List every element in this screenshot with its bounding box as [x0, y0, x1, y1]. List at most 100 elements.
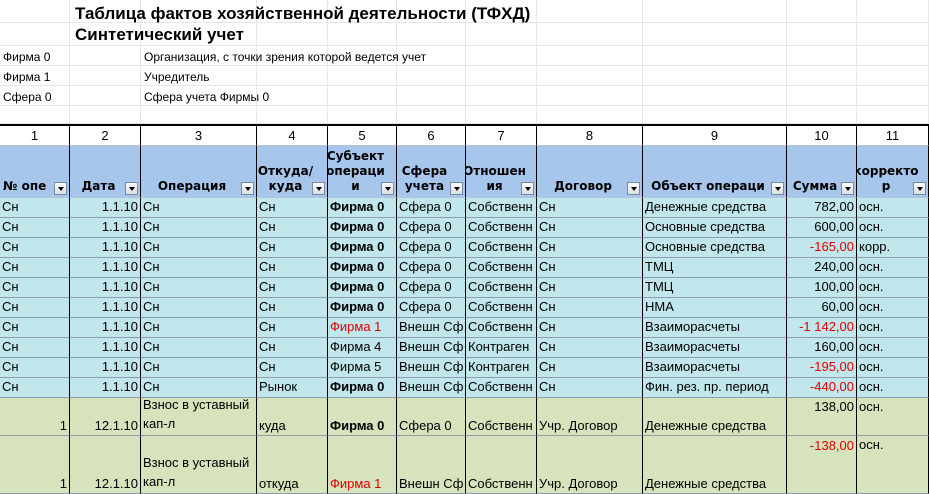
table-cell[interactable]: 1.1.10	[70, 298, 141, 318]
table-cell[interactable]: Сн	[0, 278, 70, 298]
table-cell[interactable]: 160,00	[787, 338, 857, 358]
empty-cell[interactable]	[466, 66, 537, 86]
table-cell[interactable]: Сн	[0, 378, 70, 398]
table-cell[interactable]: Контраген	[466, 338, 537, 358]
empty-cell[interactable]	[328, 66, 397, 86]
table-cell[interactable]: -1 142,00	[787, 318, 857, 338]
table-cell[interactable]: 12.1.10	[70, 436, 141, 494]
table-cell[interactable]: Сфера 0	[397, 218, 466, 238]
table-cell[interactable]: 1.1.10	[70, 358, 141, 378]
table-cell[interactable]: Сн	[0, 218, 70, 238]
filter-dropdown-icon[interactable]	[913, 182, 926, 195]
column-header[interactable]: корректо р	[857, 146, 929, 198]
table-cell[interactable]: осн.	[857, 218, 929, 238]
table-cell[interactable]: Сн	[257, 258, 328, 278]
table-cell[interactable]: осн.	[857, 298, 929, 318]
table-cell[interactable]: Фирма 0	[328, 298, 397, 318]
table-cell[interactable]: Сфера 0	[397, 298, 466, 318]
table-cell[interactable]: Сн	[537, 358, 643, 378]
table-cell[interactable]: Внешн Сф	[397, 338, 466, 358]
table-cell[interactable]: Сн	[537, 298, 643, 318]
empty-cell[interactable]	[537, 66, 643, 86]
table-cell[interactable]: Сн	[0, 318, 70, 338]
table-cell[interactable]: Сн	[141, 278, 257, 298]
table-cell[interactable]: Фирма 0	[328, 398, 397, 436]
empty-cell[interactable]	[787, 23, 857, 46]
table-cell[interactable]: 12.1.10	[70, 398, 141, 436]
empty-cell[interactable]	[397, 86, 466, 106]
table-cell[interactable]: Сн	[0, 238, 70, 258]
empty-cell[interactable]	[537, 106, 643, 124]
table-cell[interactable]: Взаиморасчеты	[643, 338, 787, 358]
table-cell[interactable]: Фирма 0	[328, 238, 397, 258]
column-header[interactable]: Сфера учета	[397, 146, 466, 198]
table-cell[interactable]: Сн	[537, 218, 643, 238]
empty-cell[interactable]	[257, 106, 328, 124]
table-cell[interactable]: Фирма 1	[328, 318, 397, 338]
table-cell[interactable]: 782,00	[787, 198, 857, 218]
empty-cell[interactable]	[0, 23, 70, 46]
table-cell[interactable]: -195,00	[787, 358, 857, 378]
empty-cell[interactable]	[70, 66, 141, 86]
table-cell[interactable]: Взаиморасчеты	[643, 318, 787, 338]
column-header[interactable]: Объект операци	[643, 146, 787, 198]
empty-cell[interactable]	[70, 106, 141, 124]
column-header[interactable]: Операция	[141, 146, 257, 198]
table-cell[interactable]: Взнос в уставный кап-л	[141, 436, 257, 494]
table-cell[interactable]: осн.	[857, 436, 929, 494]
column-header[interactable]: Отношен ия	[466, 146, 537, 198]
empty-cell[interactable]	[643, 66, 787, 86]
empty-cell[interactable]	[857, 23, 929, 46]
filter-dropdown-icon[interactable]	[521, 182, 534, 195]
table-cell[interactable]: Собственн	[466, 398, 537, 436]
table-cell[interactable]: Основные средства	[643, 238, 787, 258]
table-cell[interactable]: 1.1.10	[70, 218, 141, 238]
empty-cell[interactable]	[466, 23, 537, 46]
table-cell[interactable]: Фирма 0	[328, 258, 397, 278]
table-cell[interactable]: Денежные средства	[643, 436, 787, 494]
column-header[interactable]: Сумма	[787, 146, 857, 198]
table-cell[interactable]: осн.	[857, 358, 929, 378]
table-cell[interactable]: Сн	[257, 278, 328, 298]
table-cell[interactable]: Фирма 5	[328, 358, 397, 378]
table-cell[interactable]: Собственн	[466, 436, 537, 494]
empty-cell[interactable]	[857, 0, 929, 23]
table-cell[interactable]: 1.1.10	[70, 278, 141, 298]
table-cell[interactable]: осн.	[857, 338, 929, 358]
table-cell[interactable]: 240,00	[787, 258, 857, 278]
table-cell[interactable]: Сн	[0, 198, 70, 218]
filter-dropdown-icon[interactable]	[54, 182, 67, 195]
table-cell[interactable]: Сн	[537, 198, 643, 218]
table-cell[interactable]: Сн	[141, 318, 257, 338]
empty-cell[interactable]	[643, 0, 787, 23]
table-cell[interactable]: НМА	[643, 298, 787, 318]
table-cell[interactable]: Сн	[0, 338, 70, 358]
table-cell[interactable]: Сн	[537, 318, 643, 338]
empty-cell[interactable]	[787, 86, 857, 106]
table-cell[interactable]: Собственн	[466, 378, 537, 398]
table-cell[interactable]: Сн	[537, 338, 643, 358]
table-cell[interactable]: Сн	[257, 318, 328, 338]
filter-dropdown-icon[interactable]	[241, 182, 254, 195]
table-cell[interactable]: -440,00	[787, 378, 857, 398]
table-cell[interactable]: 1	[0, 436, 70, 494]
table-cell[interactable]: -138,00	[787, 436, 857, 494]
table-cell[interactable]: Внешн Сф	[397, 358, 466, 378]
table-cell[interactable]: ТМЦ	[643, 278, 787, 298]
table-cell[interactable]: Собственн	[466, 298, 537, 318]
table-cell[interactable]: Сн	[537, 278, 643, 298]
empty-cell[interactable]	[643, 46, 787, 66]
table-cell[interactable]: Сн	[257, 238, 328, 258]
table-cell[interactable]: Денежные средства	[643, 398, 787, 436]
empty-cell[interactable]	[857, 106, 929, 124]
empty-cell[interactable]	[787, 66, 857, 86]
column-header[interactable]: Дата	[70, 146, 141, 198]
table-cell[interactable]: Учр. Договор	[537, 436, 643, 494]
table-cell[interactable]: Взаиморасчеты	[643, 358, 787, 378]
table-cell[interactable]: Сн	[257, 218, 328, 238]
table-cell[interactable]: Учр. Договор	[537, 398, 643, 436]
empty-cell[interactable]	[257, 23, 328, 46]
filter-dropdown-icon[interactable]	[841, 182, 854, 195]
empty-cell[interactable]	[857, 46, 929, 66]
table-cell[interactable]: Фирма 0	[328, 278, 397, 298]
